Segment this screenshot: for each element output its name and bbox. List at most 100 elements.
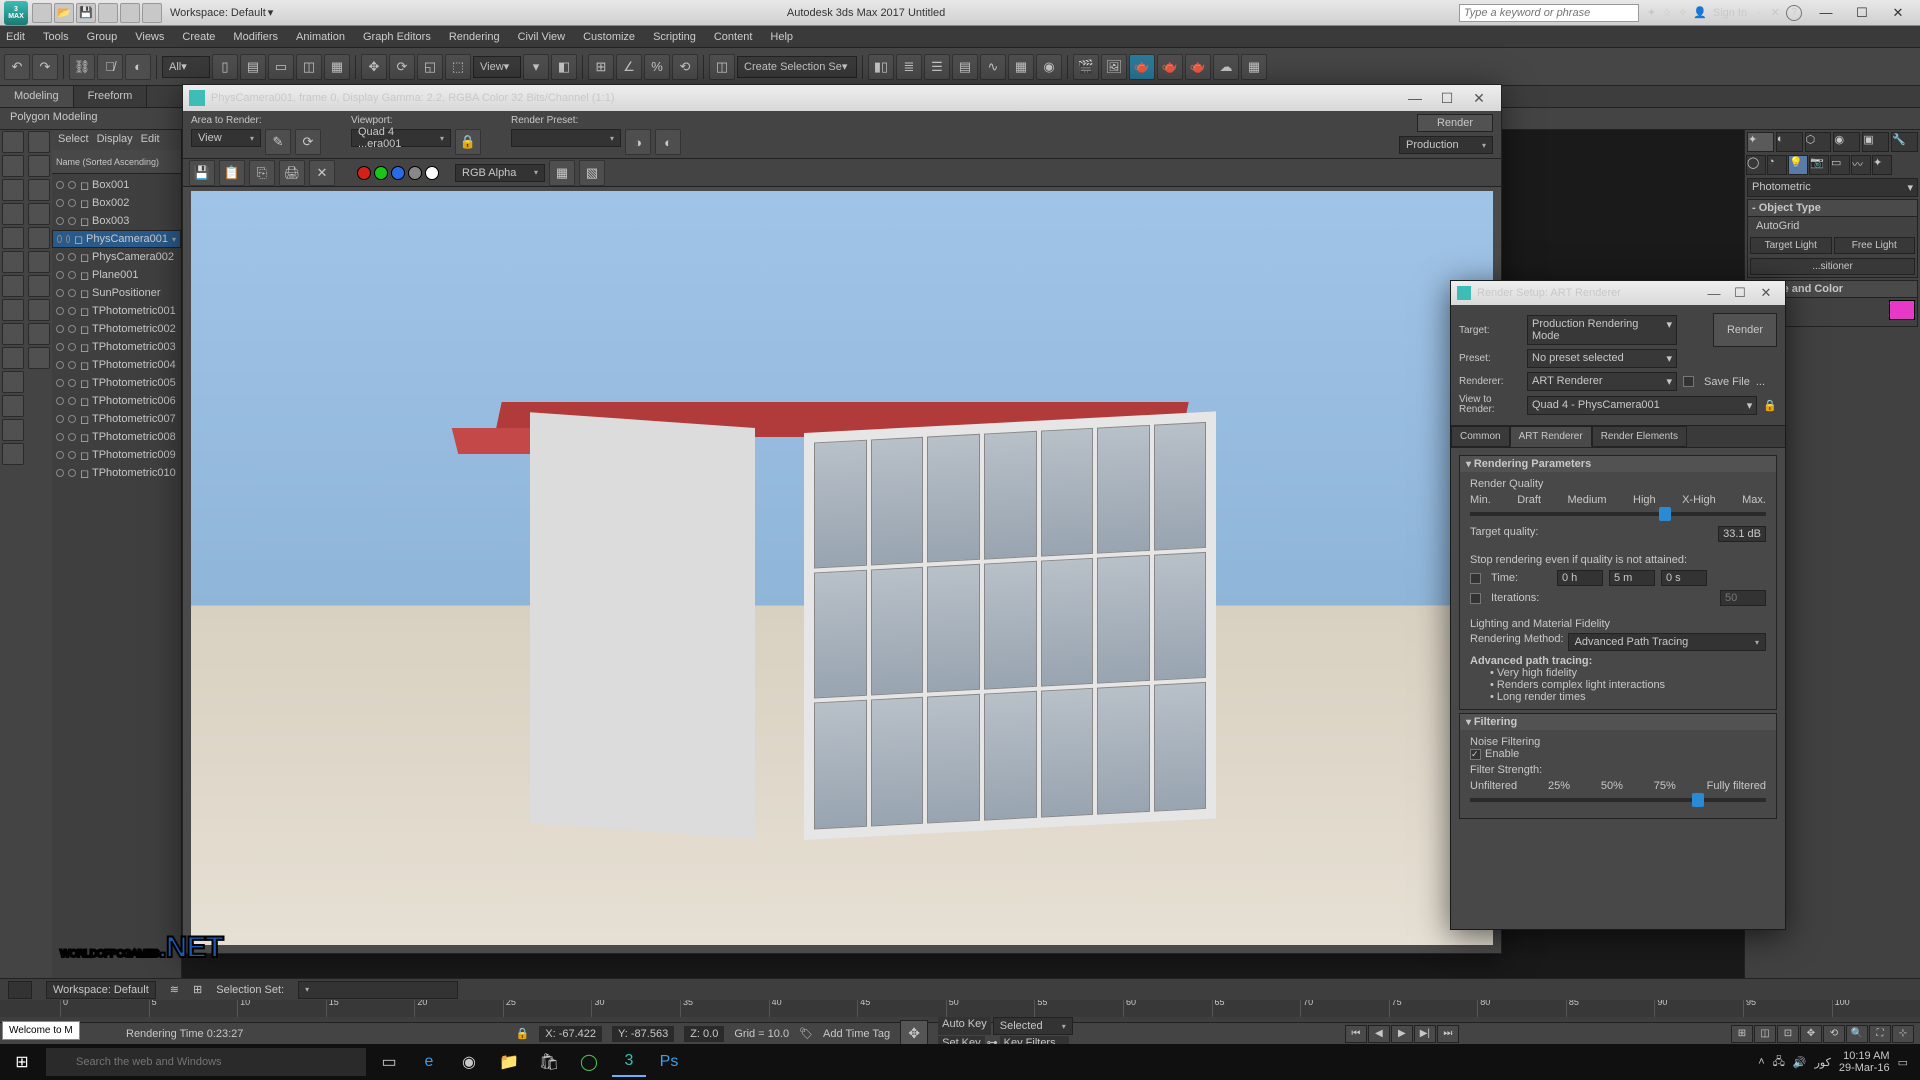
pivot-icon[interactable]: ▾ <box>523 54 549 80</box>
rs-tab-elements[interactable]: Render Elements <box>1592 426 1687 447</box>
free-light-button[interactable]: Free Light <box>1834 237 1916 254</box>
quality-slider[interactable] <box>1470 512 1766 516</box>
render-iterate-icon[interactable]: 🫖 <box>1157 54 1183 80</box>
align-icon[interactable]: ≣ <box>896 54 922 80</box>
toolstrip-icon[interactable] <box>28 347 50 369</box>
menu-content[interactable]: Content <box>714 31 753 43</box>
goto-end-icon[interactable]: ⏭ <box>1437 1025 1459 1043</box>
star-icon[interactable]: ☆ <box>1662 6 1672 19</box>
outliner-display[interactable]: Display <box>97 133 133 147</box>
menu-civilview[interactable]: Civil View <box>518 31 565 43</box>
photoshop-icon[interactable]: Ps <box>652 1047 686 1077</box>
undo-icon[interactable]: ↶ <box>98 3 118 23</box>
create-tab-icon[interactable]: ✦ <box>1747 132 1774 152</box>
select-window-icon[interactable]: ◫ <box>296 54 322 80</box>
percent-snap-icon[interactable]: % <box>644 54 670 80</box>
signin-link[interactable]: Sign In <box>1713 7 1747 19</box>
ref-coord-system[interactable]: View ▾ <box>473 56 521 78</box>
scale-icon[interactable]: ◱ <box>417 54 443 80</box>
scene-item[interactable]: ◻TPhotometric008 <box>52 428 181 446</box>
viewnav-icon[interactable]: ✥ <box>1800 1025 1822 1043</box>
category-dropdown[interactable]: Photometric▾ <box>1747 178 1918 197</box>
rs-preset-dropdown[interactable]: No preset selected▾ <box>1527 349 1677 368</box>
render-activeshade-icon[interactable]: 🫖 <box>1185 54 1211 80</box>
rs-minimize[interactable]: — <box>1701 286 1727 301</box>
motion-tab-icon[interactable]: ◉ <box>1833 132 1860 152</box>
exchange-icon[interactable]: ✕ <box>1771 6 1780 19</box>
toolstrip-icon[interactable] <box>28 227 50 249</box>
rfw-minimize[interactable]: — <box>1399 90 1431 106</box>
keymode-dropdown[interactable]: Selected <box>993 1017 1073 1035</box>
scene-item[interactable]: ◻PhysCamera001 <box>52 230 181 248</box>
task-view-icon[interactable]: ▭ <box>372 1047 406 1077</box>
area-auto-icon[interactable]: ⟳ <box>295 129 321 155</box>
toolstrip-icon[interactable] <box>28 155 50 177</box>
help-search-input[interactable] <box>1459 4 1639 22</box>
toggle-overlay-icon[interactable]: ▧ <box>579 160 605 186</box>
scene-item[interactable]: ◻TPhotometric001 <box>52 302 181 320</box>
select-crossing-icon[interactable]: ▦ <box>324 54 350 80</box>
toolstrip-icon[interactable] <box>2 419 24 441</box>
tray-network-icon[interactable]: 🖧 <box>1773 1053 1785 1072</box>
coord-y[interactable]: -87.563 <box>631 1028 668 1040</box>
select-rect-icon[interactable]: ▭ <box>268 54 294 80</box>
geometry-icon[interactable]: ◯ <box>1746 155 1766 175</box>
minimize-button[interactable]: — <box>1808 1 1844 25</box>
area-edit-icon[interactable]: ✎ <box>265 129 291 155</box>
viewnav-icon[interactable]: ⊞ <box>1731 1025 1753 1043</box>
toolstrip-icon[interactable] <box>28 323 50 345</box>
ribbon-tab-modeling[interactable]: Modeling <box>0 86 74 107</box>
utilities-tab-icon[interactable]: 🔧 <box>1891 132 1918 152</box>
iter-checkbox[interactable] <box>1470 593 1481 604</box>
save-icon[interactable]: 💾 <box>76 3 96 23</box>
toggle-ui-icon[interactable]: ▦ <box>549 160 575 186</box>
time-checkbox[interactable] <box>1470 573 1481 584</box>
lock-view-icon[interactable]: 🔒 <box>1763 399 1777 412</box>
tray-clock[interactable]: 10:19 AM29-Mar-16 <box>1839 1050 1890 1074</box>
toolstrip-icon[interactable] <box>2 347 24 369</box>
bind-icon[interactable]: ◐ <box>125 54 151 80</box>
systems-icon[interactable]: ✦ <box>1872 155 1892 175</box>
toolstrip-icon[interactable] <box>28 203 50 225</box>
scene-item[interactable]: ◻Box002 <box>52 194 181 212</box>
toolstrip-icon[interactable] <box>2 227 24 249</box>
toolstrip-icon[interactable] <box>28 275 50 297</box>
toolstrip-icon[interactable] <box>2 179 24 201</box>
toolstrip-icon[interactable] <box>28 131 50 153</box>
filter-slider[interactable] <box>1470 798 1766 802</box>
viewnav-icon[interactable]: ⛶ <box>1869 1025 1891 1043</box>
rendered-frame-icon[interactable]: 🖼 <box>1101 54 1127 80</box>
method-dropdown[interactable]: Advanced Path Tracing <box>1568 633 1766 651</box>
new-icon[interactable]: ▾ <box>32 3 52 23</box>
key-icon[interactable]: ✧ <box>1678 6 1687 19</box>
rollout-filtering[interactable]: ▾ Filtering <box>1460 714 1776 730</box>
redo-icon[interactable]: ↷ <box>32 54 58 80</box>
next-frame-icon[interactable]: ▶| <box>1414 1025 1436 1043</box>
render-online-icon[interactable]: ☁ <box>1213 54 1239 80</box>
cameras-icon[interactable]: 📷 <box>1809 155 1829 175</box>
app-logo-icon[interactable]: 3MAX <box>4 1 28 25</box>
rs-renderer-dropdown[interactable]: ART Renderer▾ <box>1527 372 1677 391</box>
selection-filter[interactable]: All ▾ <box>162 56 210 78</box>
time-tag-icon[interactable]: 🏷 <box>799 1027 813 1040</box>
scene-item[interactable]: ◻Box003 <box>52 212 181 230</box>
curve-editor-icon[interactable]: ∿ <box>980 54 1006 80</box>
outliner-header[interactable]: Name (Sorted Ascending) <box>52 150 181 174</box>
alpha-channel-icon[interactable] <box>408 166 422 180</box>
rs-tab-common[interactable]: Common <box>1451 426 1510 447</box>
rs-close[interactable]: ✕ <box>1753 285 1779 301</box>
tray-volume-icon[interactable]: 🔊 <box>1793 1056 1807 1069</box>
menu-edit[interactable]: Edit <box>6 31 25 43</box>
preset-dropdown[interactable] <box>511 129 621 147</box>
named-selection-sets[interactable]: Create Selection Se ▾ <box>737 56 857 78</box>
menu-modifiers[interactable]: Modifiers <box>233 31 278 43</box>
spinner-snap-icon[interactable]: ⟲ <box>672 54 698 80</box>
selection-set-dropdown[interactable] <box>298 981 458 999</box>
link-icon[interactable]: ⎘ <box>142 3 162 23</box>
mono-channel-icon[interactable] <box>425 166 439 180</box>
selection-lock-icon[interactable]: ⊞ <box>193 983 202 996</box>
3dsmax-taskbar-icon[interactable]: 3 <box>612 1047 646 1077</box>
layer-explorer-icon[interactable]: ▤ <box>952 54 978 80</box>
lights-icon[interactable]: 💡 <box>1788 155 1808 175</box>
scene-item[interactable]: ◻PhysCamera002 <box>52 248 181 266</box>
